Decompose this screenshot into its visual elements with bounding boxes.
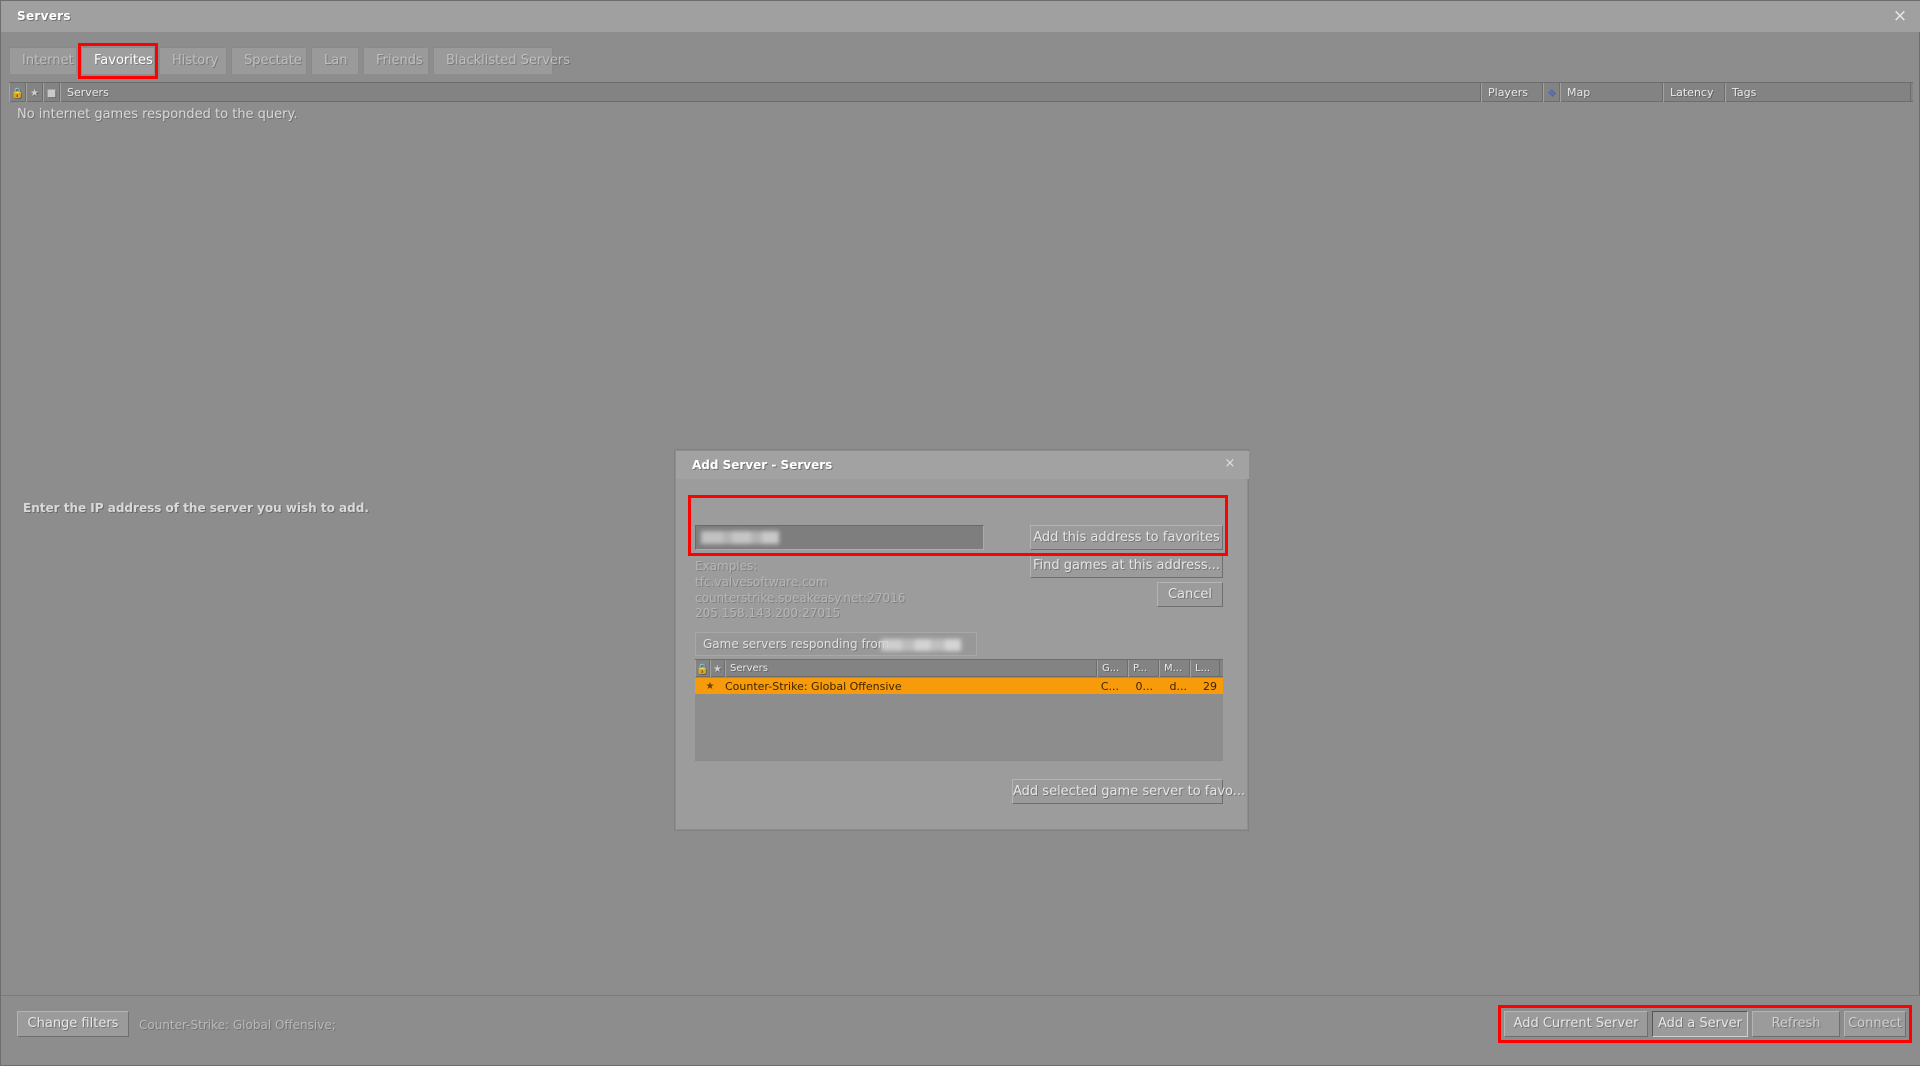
window-title: Servers <box>17 9 71 23</box>
row-players: 0... <box>1135 679 1154 693</box>
example-1: tfc.valvesoftware.com <box>695 574 828 589</box>
column-servers[interactable]: Servers <box>60 83 1481 102</box>
example-2: counterstrike.speakeasy.net:27016 <box>695 590 906 605</box>
vac-icon: ❖ <box>1547 88 1556 99</box>
inner-column-latency[interactable]: L... <box>1190 660 1220 677</box>
responding-from-redacted-value <box>881 639 961 651</box>
close-icon[interactable]: × <box>1887 4 1913 28</box>
column-latency[interactable]: Latency <box>1663 83 1725 102</box>
window-titlebar: Servers × <box>1 1 1920 32</box>
tab-history[interactable]: History <box>159 47 227 74</box>
find-games-at-this-address-button[interactable]: Find games at this address... <box>1030 553 1223 578</box>
refresh-button[interactable]: Refresh <box>1752 1011 1840 1037</box>
connect-button[interactable]: Connect <box>1844 1011 1906 1037</box>
table-row[interactable]: ★ Counter-Strike: Global Offensive C... … <box>695 678 1223 694</box>
lock-icon: 🔒 <box>696 664 709 675</box>
column-players[interactable]: Players <box>1481 83 1543 102</box>
bot-icon: ■ <box>46 88 57 99</box>
column-vac-icon[interactable]: ❖ <box>1543 83 1560 102</box>
column-tags[interactable]: Tags <box>1725 83 1911 102</box>
shield-icon: ★ <box>30 88 39 99</box>
column-bot-icon[interactable]: ■ <box>43 83 60 102</box>
shield-icon: ★ <box>713 664 722 675</box>
inner-column-servers[interactable]: Servers <box>725 660 1097 677</box>
tab-blacklisted-servers[interactable]: Blacklisted Servers <box>433 47 570 74</box>
tab-internet[interactable]: Internet <box>9 47 77 74</box>
lock-icon: 🔒 <box>11 88 24 99</box>
tab-favorites[interactable]: Favorites <box>81 47 155 74</box>
inner-column-lock-icon[interactable]: 🔒 <box>695 660 710 677</box>
examples-heading: Examples: <box>695 559 758 573</box>
add-selected-game-server-button[interactable]: Add selected game server to favo... <box>1012 779 1245 804</box>
dialog-server-list-body[interactable]: ★ Counter-Strike: Global Offensive C... … <box>695 677 1223 761</box>
inner-column-game[interactable]: G... <box>1097 660 1128 677</box>
ip-address-redacted-value <box>701 531 779 544</box>
tab-strip: Internet Favorites History Spectate Lan … <box>1 43 1920 79</box>
server-list-header: 🔒 ★ ■ Servers Players ❖ Map Latency Tags <box>9 82 1913 102</box>
servers-window: Servers × Internet Favorites History Spe… <box>0 0 1920 1066</box>
add-this-address-to-favorites-button[interactable]: Add this address to favorites <box>1030 525 1223 550</box>
examples-block: Examples: tfc.valvesoftware.com counters… <box>695 559 905 622</box>
tab-friends[interactable]: Friends <box>363 47 429 74</box>
row-game: C... <box>1100 679 1119 693</box>
row-map: d... <box>1169 679 1187 693</box>
example-3: 205.158.143.200:27015 <box>695 606 841 621</box>
row-latency: 29 <box>1203 679 1217 693</box>
column-map[interactable]: Map <box>1560 83 1663 102</box>
tab-lan[interactable]: Lan <box>311 47 359 74</box>
status-text: Counter-Strike: Global Offensive; <box>139 1018 336 1032</box>
tab-spectate[interactable]: Spectate <box>231 47 307 74</box>
inner-column-shield-icon[interactable]: ★ <box>710 660 725 677</box>
empty-list-message: No internet games responded to the query… <box>17 107 298 122</box>
row-server-name: Counter-Strike: Global Offensive <box>725 679 902 693</box>
column-lock-icon[interactable]: 🔒 <box>9 83 26 102</box>
cancel-button[interactable]: Cancel <box>1157 582 1223 607</box>
column-shield-icon[interactable]: ★ <box>26 83 43 102</box>
dialog-close-icon[interactable]: × <box>1219 454 1241 474</box>
responding-from-text: Game servers responding from <box>703 637 890 651</box>
ip-address-input[interactable] <box>695 525 984 550</box>
add-a-server-button[interactable]: Add a Server <box>1652 1011 1748 1037</box>
dialog-prompt-label: Enter the IP address of the server you w… <box>23 501 369 515</box>
dialog-server-list-header: 🔒 ★ Servers G... P... M... L... <box>695 659 1223 677</box>
inner-column-players[interactable]: P... <box>1128 660 1159 677</box>
shield-icon: ★ <box>705 680 715 692</box>
add-current-server-button[interactable]: Add Current Server <box>1504 1011 1648 1037</box>
dialog-titlebar: Add Server - Servers × <box>676 451 1249 479</box>
inner-column-map[interactable]: M... <box>1159 660 1190 677</box>
change-filters-button[interactable]: Change filters <box>17 1011 129 1037</box>
responding-from-label: Game servers responding from <box>695 632 977 656</box>
dialog-title: Add Server - Servers <box>692 458 833 472</box>
